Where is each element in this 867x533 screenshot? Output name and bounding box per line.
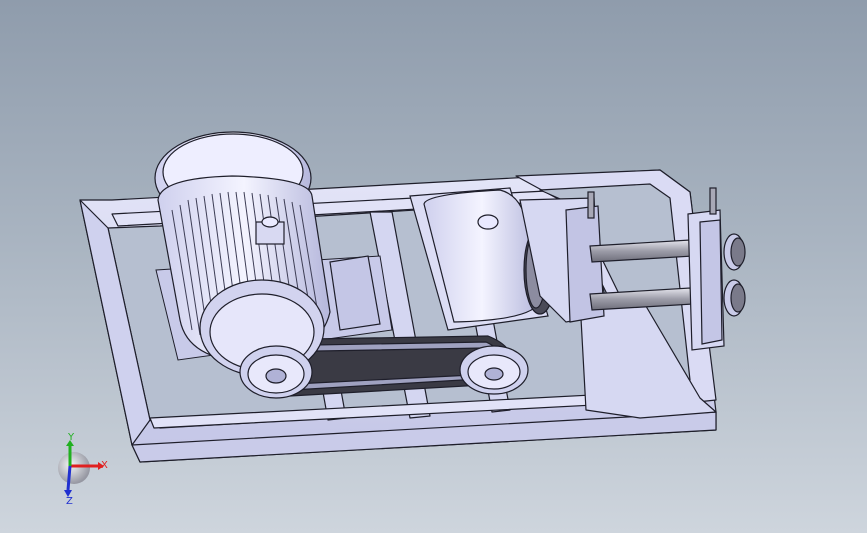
adjust-bolt-left — [587, 191, 595, 219]
model-view[interactable]: X Y Z — [0, 0, 867, 533]
z-axis-label: Z — [66, 496, 73, 507]
driven-pulley[interactable] — [459, 345, 529, 395]
lower-roller — [723, 279, 746, 317]
z-axis-arrow — [66, 465, 72, 491]
x-axis-label: X — [101, 460, 108, 471]
motor-pulley[interactable] — [239, 345, 313, 399]
3d-viewport[interactable]: X Y Z — [0, 0, 867, 533]
y-axis-label: Y — [67, 432, 75, 443]
upper-roller — [723, 233, 746, 271]
adjust-bolt-right — [709, 187, 717, 215]
coordinate-triad: X Y Z — [58, 432, 108, 507]
